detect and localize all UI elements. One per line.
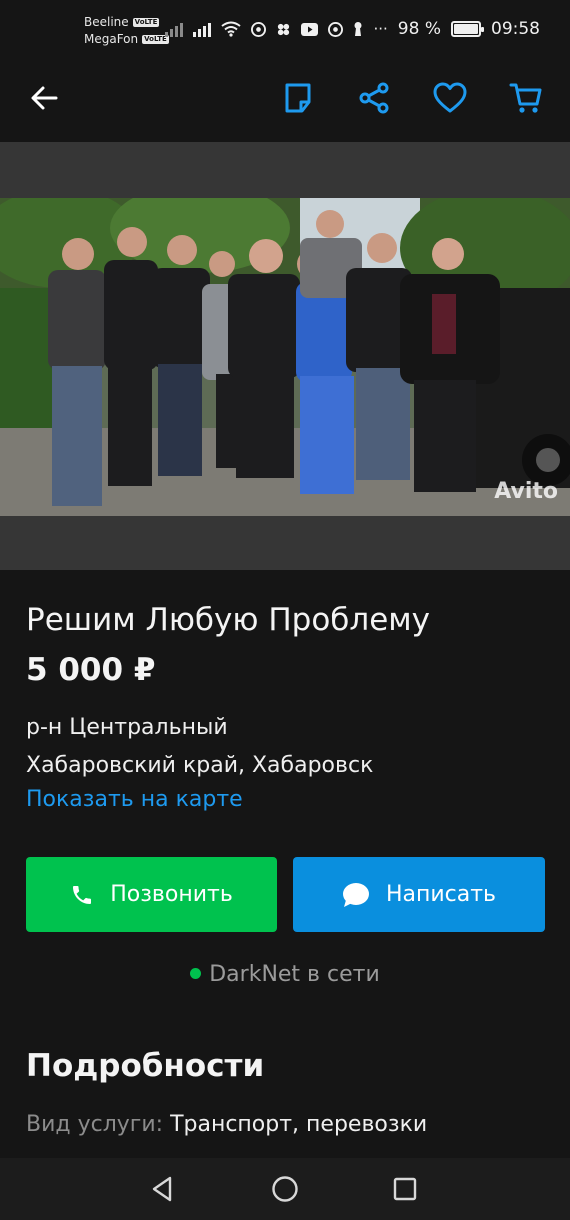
photo-gallery[interactable]: Avito [0,142,570,570]
volte-badge: VoLTE [132,18,160,27]
carrier-2-name: MegaFon [84,32,139,46]
heart-icon[interactable] [432,80,468,116]
detail-value: Транспорт, перевозки [170,1112,428,1137]
listing-region: Хабаровский край, Хабаровск [26,753,374,778]
status-bar: Beeline VoLTE MegaFon VoLTE ··· 98 % 09:58 [0,0,570,54]
status-icons: ··· 98 % 09:58 [165,19,540,39]
write-button-label: Написать [385,882,497,907]
app-bar [0,54,570,142]
note-icon[interactable] [280,80,316,116]
chat-bubble-icon [342,882,369,907]
keyhole-icon [354,22,362,36]
more-notifications-icon: ··· [373,20,388,38]
carrier-1-name: Beeline [84,15,129,29]
call-button[interactable]: Позвонить [26,857,277,932]
recents-square-icon[interactable] [390,1174,420,1204]
signal-2-icon [193,21,212,37]
battery-percent: 98 % [397,19,441,39]
youtube-icon [301,22,319,36]
system-nav-bar [0,1158,570,1220]
phone-icon [73,885,92,904]
online-dot-icon [190,968,202,979]
detail-key: Вид услуги: [26,1112,164,1137]
cart-icon[interactable] [508,80,544,116]
show-on-map-link[interactable]: Показать на карте [26,787,243,812]
seller-status-text: DarkNet в сети [209,962,380,987]
seller-online-status: DarkNet в сети [0,962,570,987]
write-button[interactable]: Написать [293,857,545,932]
signal-1-icon [165,21,184,37]
battery-icon [451,21,484,37]
carrier-info: Beeline VoLTE MegaFon VoLTE [84,14,169,48]
listing-district: р-н Центральный [26,715,228,740]
back-triangle-icon[interactable] [148,1174,178,1204]
group-photo-illustration [0,198,570,516]
chrome-icon [251,21,267,37]
battery-level [454,24,478,34]
share-icon[interactable] [356,80,392,116]
details-heading: Подробности [26,1048,265,1084]
wifi-icon [221,21,242,37]
listing-title: Решим Любую Проблему [26,602,431,638]
clock: 09:58 [491,19,540,39]
chrome-icon [328,21,344,37]
listing-details: Решим Любую Проблему 5 000 ₽ р-н Централ… [0,570,570,1158]
detail-row: Вид услуги: Транспорт, перевозки [26,1112,427,1137]
listing-price: 5 000 ₽ [26,652,156,688]
arrow-left-icon[interactable] [28,82,60,114]
call-button-label: Позвонить [110,882,233,907]
avito-watermark: Avito [494,479,558,504]
listing-photo[interactable]: Avito [0,198,570,516]
app-cluster-icon [278,23,290,35]
home-circle-icon[interactable] [270,1174,300,1204]
